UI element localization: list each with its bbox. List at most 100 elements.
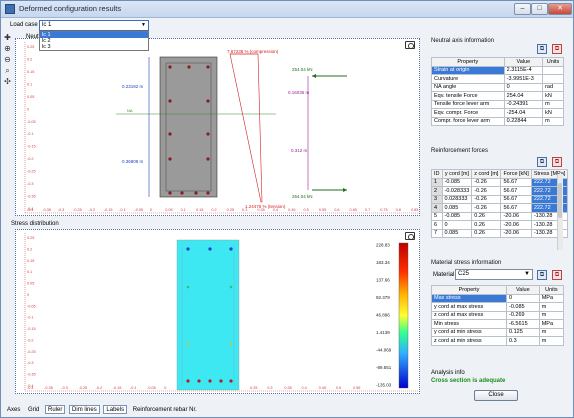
view-toolbar: ✚ ⊕ ⊖ ⌕ ✣ — [3, 33, 13, 93]
x-tick-label: 0 — [164, 386, 166, 390]
load-case-option[interactable]: lc 3 — [40, 44, 148, 50]
maximize-button[interactable]: □ — [531, 3, 548, 15]
legend-value: 46.896 — [376, 313, 390, 318]
strain-diagram — [229, 53, 263, 203]
table-cell: 0 — [503, 82, 544, 92]
y-tick-label: -0.05 — [27, 120, 36, 124]
y-tick-label: 0.1 — [27, 82, 32, 86]
title-bar: Deformed configuration results – □ ✕ — [1, 1, 573, 18]
close-window-button[interactable]: ✕ — [548, 3, 572, 15]
table-row[interactable]: y cord at max stress -0.085 m — [431, 302, 565, 312]
toggle-rebar-numbers[interactable]: Reinforcement rebar Nr. — [131, 406, 199, 415]
legend-value: -135.03 — [376, 383, 392, 388]
main-window: Deformed configuration results – □ ✕ Loa… — [0, 0, 574, 418]
load-case-dropdown[interactable]: lc 1 lc 2 lc 3 — [39, 31, 149, 51]
x-tick-label: -0.35 — [42, 208, 51, 212]
table-row[interactable]: Eqv. compr. Force -254.04 kN — [431, 108, 564, 118]
table-row[interactable]: Min stress -6.5615 MPa — [431, 319, 565, 329]
close-button[interactable]: Close — [474, 390, 518, 401]
x-tick-label: 0.25 — [250, 386, 257, 390]
zoom-window-icon[interactable]: ⌕ — [3, 66, 12, 75]
col-header: Property — [431, 285, 507, 295]
minimize-button[interactable]: – — [514, 3, 531, 15]
copy-icon[interactable]: ⧉ — [537, 270, 547, 280]
chevron-down-icon: ▼ — [141, 22, 146, 28]
table-cell: 0.26 — [471, 220, 502, 230]
x-tick-label: -0.35 — [44, 386, 53, 390]
table-cell: Max stress — [431, 293, 507, 303]
x-tick-label: 0.8 — [396, 208, 401, 212]
table-row[interactable]: 6 0 0.26 -20.06 -130.28 — [431, 220, 569, 230]
table-row[interactable]: Strain at origin 2.3115E-4 — [431, 65, 564, 75]
table-row[interactable]: 5 -0.085 0.26 -20.06 -130.28 — [431, 211, 569, 221]
table-row[interactable]: Eqv. tensile Force 254.04 kN — [431, 91, 564, 101]
material-label: Material — [433, 272, 455, 278]
table-row[interactable]: 4 0.085 -0.26 56.67 222.72 — [431, 203, 569, 213]
y-tick-label: -0.25 — [27, 350, 36, 354]
stress-legend-labels: 228.83 183.34 137.66 92.379 46.896 1.4139 -44.… — [376, 243, 392, 388]
export-icon[interactable]: ⧉ — [552, 270, 562, 280]
neutral-axis-plot[interactable]: 0.25 0.2 0.15 0.1 0.05 0 -0.05 -0.1 -0.15 -0.2 -0.… — [15, 38, 420, 216]
table-cell: y cord at min stress — [431, 327, 507, 337]
y-tick-label: 0.05 — [27, 282, 34, 286]
legend-value: -44.069 — [376, 348, 392, 353]
export-icon[interactable]: ⧉ — [552, 44, 562, 54]
legend-value: 137.66 — [376, 278, 390, 283]
x-tick-label: 0.45 — [319, 386, 326, 390]
table-cell: 56.67 — [500, 203, 532, 213]
toggle-ruler[interactable]: Ruler — [45, 405, 66, 414]
stress-distribution-plot[interactable]: 0.25 0.2 0.15 0.1 0.05 0 -0.05 -0.1 -0.15 -0.2 -0.… — [15, 229, 420, 394]
pan-icon[interactable]: ✚ — [3, 33, 12, 42]
table-row[interactable]: y cord at min stress 0.125 m — [431, 327, 565, 337]
table-cell: 0.028333 — [441, 194, 473, 204]
y-tick-labels: 0.25 0.2 0.15 0.1 0.05 0 -0.05 -0.1 -0.15 -0.2 -0.… — [27, 45, 36, 211]
export-icon[interactable]: ⧉ — [552, 157, 562, 167]
table-cell: -0.26 — [471, 177, 502, 187]
table-cell: 0.085 — [441, 228, 473, 238]
table-row[interactable]: NA angle 0 rad — [431, 82, 564, 92]
table-row[interactable]: 2 -0.028333 -0.26 56.67 222.72 — [431, 186, 569, 196]
table-cell: 0 — [506, 293, 540, 303]
stress-section — [176, 239, 240, 391]
toggle-labels[interactable]: Labels — [103, 405, 128, 414]
x-tick-label: 0.45 — [288, 208, 295, 212]
scrollbar-thumb[interactable] — [558, 183, 562, 218]
load-case-select[interactable]: lc 1 ▼ — [39, 20, 149, 31]
table-row[interactable]: z cord at max stress -0.269 m — [431, 310, 565, 320]
copy-icon[interactable]: ⧉ — [537, 157, 547, 167]
x-tick-label: 0 — [150, 208, 152, 212]
table-row[interactable]: Compr. force lever arm 0.22844 m — [431, 116, 564, 126]
table-row[interactable]: Curvature -3.9951E-3 — [431, 74, 564, 84]
zoom-in-icon[interactable]: ⊕ — [3, 44, 12, 53]
x-tick-label: 0.25 — [227, 208, 234, 212]
table-cell: Eqv. compr. Force — [431, 108, 505, 118]
table-row[interactable]: Max stress 0 MPa — [431, 293, 565, 303]
toggle-grid[interactable]: Grid — [26, 406, 41, 415]
table-row[interactable]: 3 0.028333 -0.26 56.67 222.72 — [431, 194, 569, 204]
y-tick-label: 0.05 — [27, 95, 34, 99]
table-cell: 0.22844 — [503, 116, 544, 126]
table-row[interactable]: 7 0.085 0.26 -20.06 -130.28 — [431, 228, 569, 238]
material-select[interactable]: C25 ▼ — [455, 269, 533, 280]
x-tick-label: 0.5 — [303, 208, 308, 212]
toggle-dim-lines[interactable]: Dim lines — [69, 405, 100, 414]
table-row[interactable]: 1 -0.085 -0.26 56.67 222.72 — [431, 177, 569, 187]
y-tick-label: 0.25 — [27, 45, 34, 49]
table-cell: 7 — [431, 228, 443, 238]
table-cell: 0.125 — [506, 327, 540, 337]
compression-strain-label: 7.67238 % (compression) — [227, 49, 279, 54]
x-tick-label: 0.55 — [319, 208, 326, 212]
zoom-extents-icon[interactable]: ✣ — [3, 77, 12, 86]
table-cell: m — [538, 310, 565, 320]
copy-icon[interactable]: ⧉ — [537, 44, 547, 54]
table-cell: -0.26 — [471, 203, 502, 213]
col-header: Units — [538, 285, 565, 295]
app-icon — [5, 4, 15, 14]
zoom-out-icon[interactable]: ⊖ — [3, 55, 12, 64]
y-tick-label: 0.25 — [27, 236, 34, 240]
y-tick-label: -0.2 — [27, 157, 34, 161]
toggle-axes[interactable]: Axes — [5, 406, 22, 415]
table-cell: z cord at min stress — [431, 336, 507, 346]
table-row[interactable]: Tensile force lever arm -0.24391 m — [431, 99, 564, 109]
table-row[interactable]: z cord at min stress 0.3 m — [431, 336, 565, 346]
